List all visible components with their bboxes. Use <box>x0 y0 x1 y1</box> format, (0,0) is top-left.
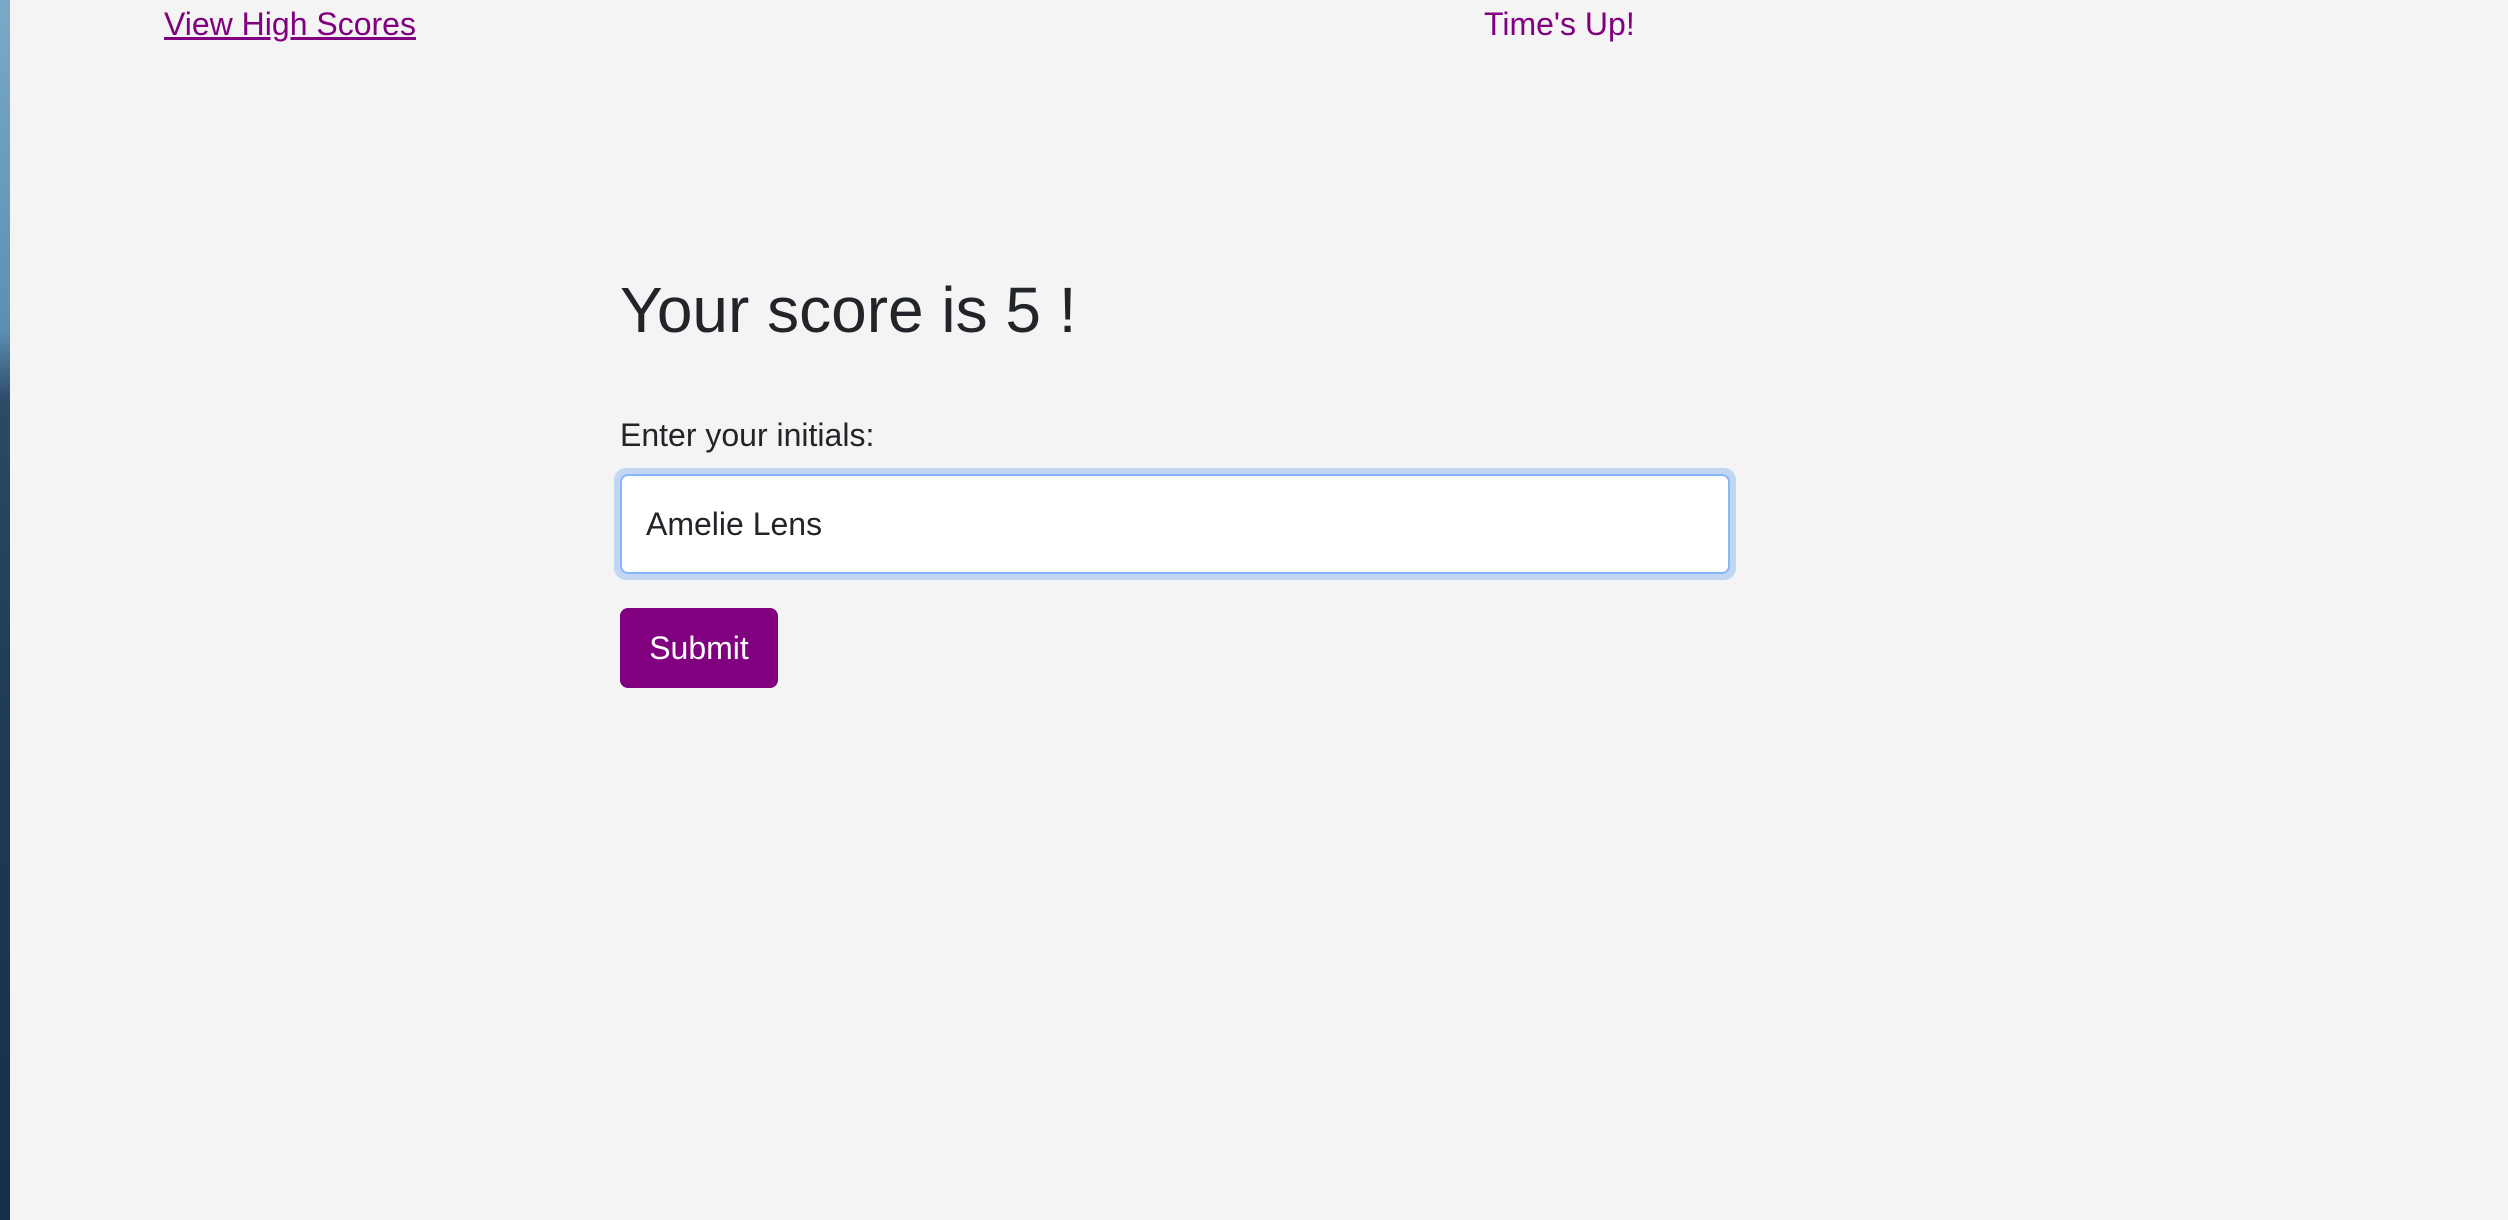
desktop-background-edge <box>0 0 10 1220</box>
view-high-scores-link[interactable]: View High Scores <box>164 4 416 44</box>
initials-input[interactable] <box>620 474 1730 574</box>
quiz-page: View High Scores Time's Up! Your score i… <box>10 0 2508 1220</box>
submit-button[interactable]: Submit <box>620 608 778 688</box>
timer-status: Time's Up! <box>1484 6 1635 42</box>
score-heading: Your score is 5 ! <box>620 274 1077 346</box>
initials-label: Enter your initials: <box>620 417 875 453</box>
